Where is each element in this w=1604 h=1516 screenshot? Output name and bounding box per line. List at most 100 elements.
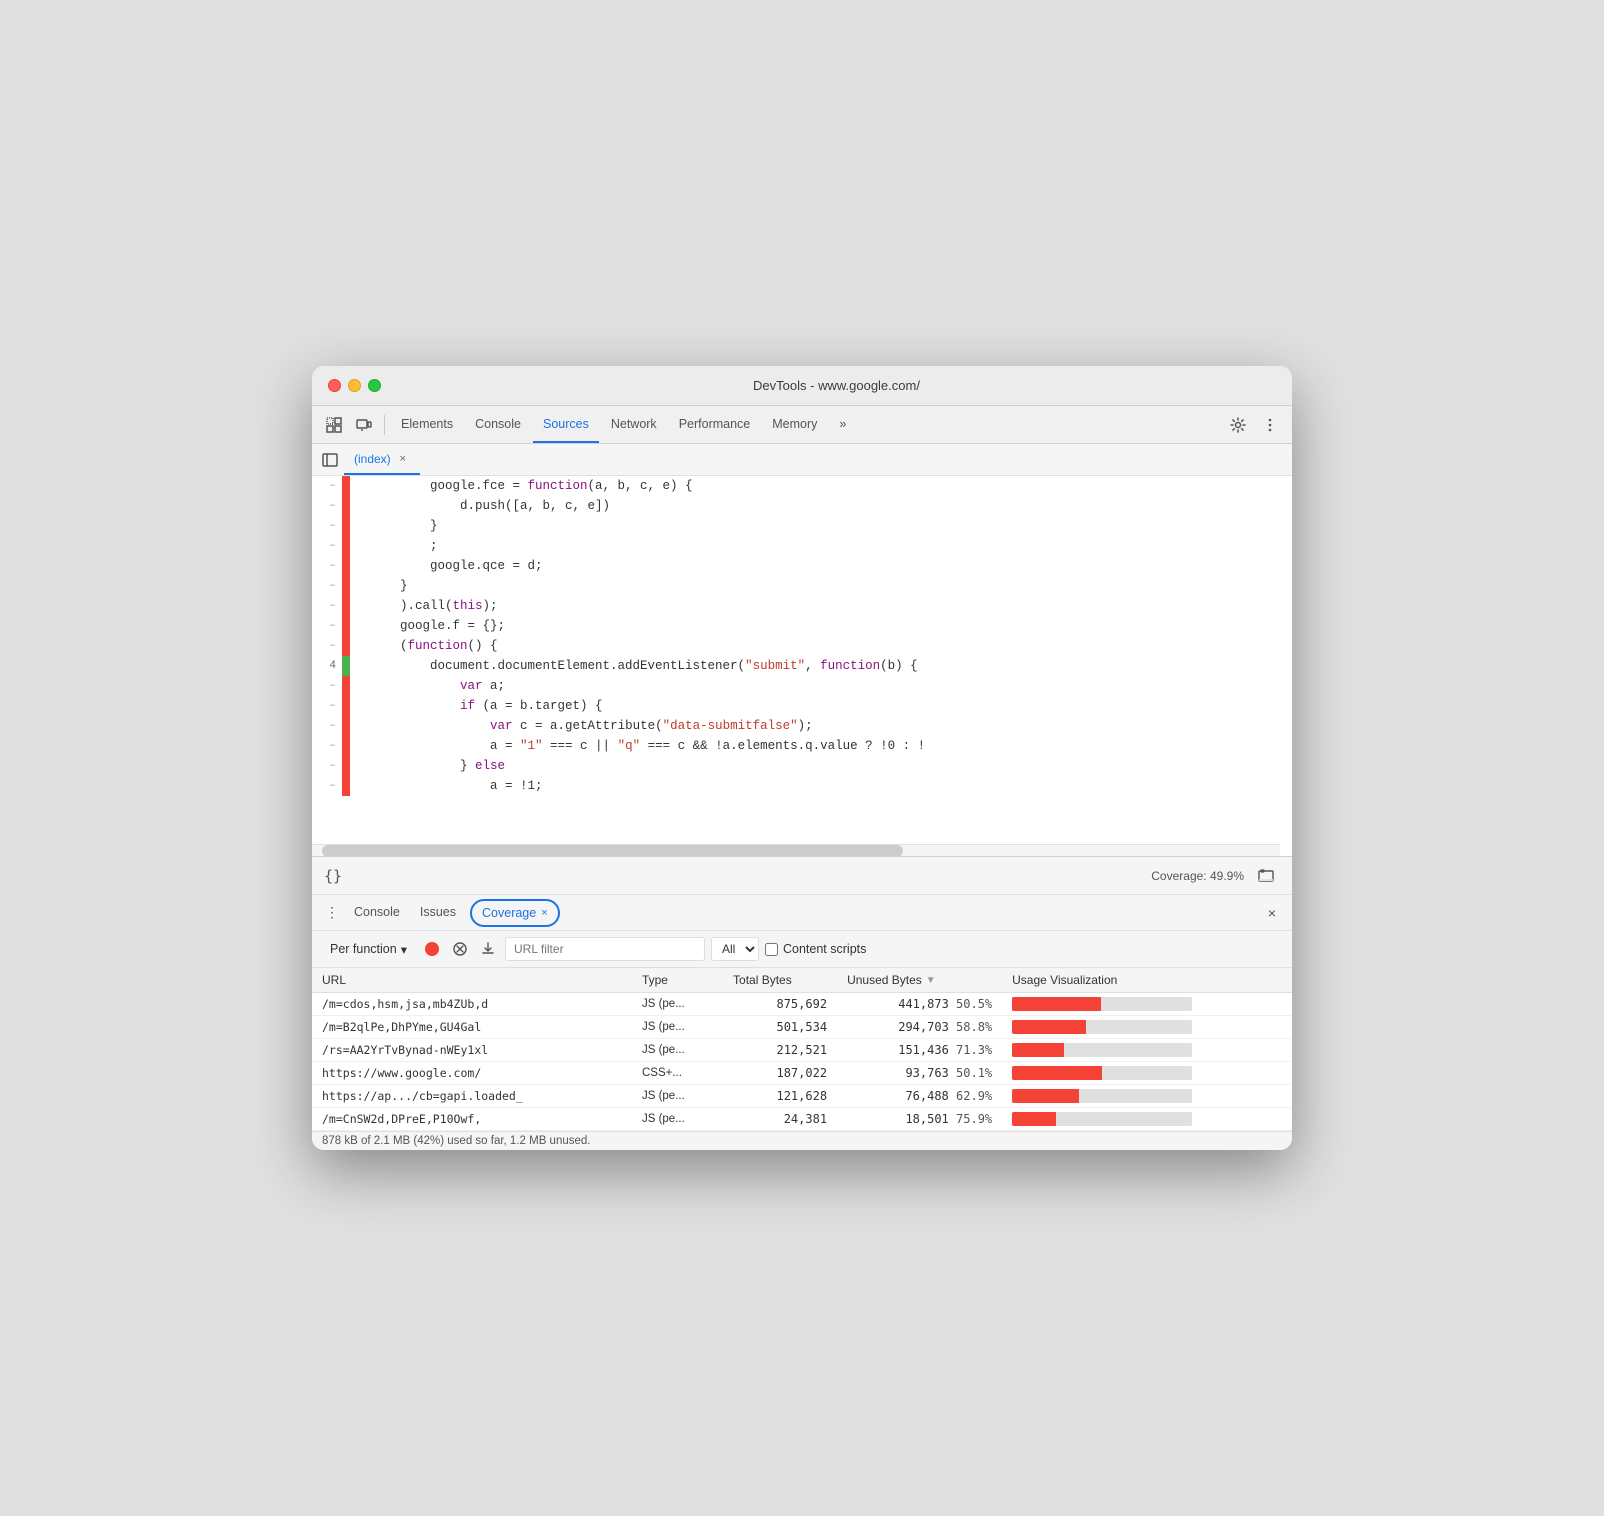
bottom-tab-coverage[interactable]: Coverage × bbox=[470, 899, 560, 927]
more-icon[interactable] bbox=[1256, 411, 1284, 439]
tab-sources[interactable]: Sources bbox=[533, 406, 599, 443]
table-body: /m=cdos,hsm,jsa,mb4ZUb,d JS (pe... 875,6… bbox=[312, 993, 1292, 1131]
coverage-bar2 bbox=[350, 596, 358, 616]
td-unused-bytes: 294,703 58.8% bbox=[837, 1016, 1002, 1039]
used-portion bbox=[1012, 1089, 1079, 1103]
td-usage-viz bbox=[1002, 1039, 1292, 1062]
code-scroll[interactable]: – google.fce = function(a, b, c, e) { – … bbox=[312, 476, 1292, 856]
scrollbar-thumb[interactable] bbox=[322, 845, 903, 856]
code-line: – var c = a.getAttribute("data-submitfal… bbox=[312, 716, 1292, 736]
coverage-bar bbox=[342, 516, 350, 536]
record-circle bbox=[425, 942, 439, 956]
file-tab-close-button[interactable]: × bbox=[396, 452, 410, 466]
per-function-arrow: ▾ bbox=[401, 942, 407, 957]
maximize-button[interactable] bbox=[368, 379, 381, 392]
td-type: JS (pe... bbox=[632, 1108, 723, 1131]
coverage-bar2 bbox=[350, 636, 358, 656]
file-tab-name: (index) bbox=[354, 452, 391, 466]
th-usage-viz[interactable]: Usage Visualization bbox=[1002, 968, 1292, 993]
table-row[interactable]: https://ap.../cb=gapi.loaded_ JS (pe... … bbox=[312, 1085, 1292, 1108]
url-filter-input[interactable] bbox=[505, 937, 705, 961]
line-number: – bbox=[312, 476, 342, 496]
coverage-bar bbox=[342, 576, 350, 596]
line-number: – bbox=[312, 756, 342, 776]
window-title: DevTools - www.google.com/ bbox=[397, 378, 1276, 393]
code-line: – d.push([a, b, c, e]) bbox=[312, 496, 1292, 516]
per-function-button[interactable]: Per function ▾ bbox=[322, 939, 415, 960]
table-row[interactable]: /m=CnSW2d,DPreE,P10Owf, JS (pe... 24,381… bbox=[312, 1108, 1292, 1131]
close-button[interactable] bbox=[328, 379, 341, 392]
th-sort: Unused Bytes ▼ bbox=[847, 973, 992, 987]
table-row[interactable]: /m=B2qlPe,DhPYme,GU4Gal JS (pe... 501,53… bbox=[312, 1016, 1292, 1039]
th-url-label: URL bbox=[322, 973, 346, 987]
coverage-header: {} Coverage: 49.9% bbox=[312, 857, 1292, 895]
line-content: } bbox=[358, 576, 1292, 596]
export-button[interactable] bbox=[477, 938, 499, 960]
tab-performance[interactable]: Performance bbox=[669, 406, 761, 443]
line-content: } else bbox=[358, 756, 1292, 776]
line-number: – bbox=[312, 556, 342, 576]
settings-icon[interactable] bbox=[1224, 411, 1252, 439]
content-scripts-label[interactable]: Content scripts bbox=[765, 942, 866, 956]
code-editor[interactable]: – google.fce = function(a, b, c, e) { – … bbox=[312, 476, 1292, 856]
content-scripts-checkbox[interactable] bbox=[765, 943, 778, 956]
coverage-bar bbox=[342, 656, 350, 676]
file-tab-index[interactable]: (index) × bbox=[344, 444, 420, 475]
table-header-row: URL Type Total Bytes Unused Bytes ▼ bbox=[312, 968, 1292, 993]
tab-more[interactable]: » bbox=[829, 406, 856, 443]
td-unused-bytes: 76,488 62.9% bbox=[837, 1085, 1002, 1108]
clear-button[interactable] bbox=[449, 938, 471, 960]
sidebar-toggle-button[interactable] bbox=[316, 446, 344, 474]
coverage-bar2 bbox=[350, 536, 358, 556]
th-type[interactable]: Type bbox=[632, 968, 723, 993]
coverage-bar2 bbox=[350, 716, 358, 736]
tab-memory[interactable]: Memory bbox=[762, 406, 827, 443]
td-type: JS (pe... bbox=[632, 1085, 723, 1108]
tab-network[interactable]: Network bbox=[601, 406, 667, 443]
all-select[interactable]: All bbox=[711, 937, 759, 961]
coverage-table-wrapper[interactable]: URL Type Total Bytes Unused Bytes ▼ bbox=[312, 968, 1292, 1131]
inspect-icon[interactable] bbox=[320, 411, 348, 439]
tab-console[interactable]: Console bbox=[465, 406, 531, 443]
coverage-bar2 bbox=[350, 756, 358, 776]
coverage-toolbar: Per function ▾ All bbox=[312, 931, 1292, 968]
td-unused-bytes: 151,436 71.3% bbox=[837, 1039, 1002, 1062]
per-function-label: Per function bbox=[330, 942, 397, 956]
coverage-bar2 bbox=[350, 736, 358, 756]
td-total-bytes: 187,022 bbox=[723, 1062, 837, 1085]
usage-bar bbox=[1012, 1112, 1192, 1126]
close-panel-button[interactable]: × bbox=[1260, 901, 1284, 925]
coverage-table: URL Type Total Bytes Unused Bytes ▼ bbox=[312, 968, 1292, 1131]
coverage-bar2 bbox=[350, 476, 358, 496]
bottom-tab-issues[interactable]: Issues bbox=[410, 895, 466, 930]
th-unused-bytes[interactable]: Unused Bytes ▼ bbox=[837, 968, 1002, 993]
content-scripts-text: Content scripts bbox=[783, 942, 866, 956]
tab-elements[interactable]: Elements bbox=[391, 406, 463, 443]
coverage-tab-label: Coverage bbox=[482, 906, 536, 920]
code-line: – ; bbox=[312, 536, 1292, 556]
table-row[interactable]: /m=cdos,hsm,jsa,mb4ZUb,d JS (pe... 875,6… bbox=[312, 993, 1292, 1016]
device-icon[interactable] bbox=[350, 411, 378, 439]
line-number: – bbox=[312, 516, 342, 536]
bottom-tab-menu[interactable]: ⋮ bbox=[320, 901, 344, 925]
td-total-bytes: 212,521 bbox=[723, 1039, 837, 1062]
line-number: – bbox=[312, 736, 342, 756]
table-row[interactable]: /rs=AA2YrTvBynad-nWEy1xl JS (pe... 212,5… bbox=[312, 1039, 1292, 1062]
sort-arrow-icon: ▼ bbox=[926, 975, 936, 986]
td-usage-viz bbox=[1002, 1062, 1292, 1085]
table-row[interactable]: https://www.google.com/ CSS+... 187,022 … bbox=[312, 1062, 1292, 1085]
th-total-bytes[interactable]: Total Bytes bbox=[723, 968, 837, 993]
horizontal-scrollbar[interactable] bbox=[312, 844, 1280, 856]
coverage-bar bbox=[342, 496, 350, 516]
screenshot-icon[interactable] bbox=[1252, 862, 1280, 890]
minimize-button[interactable] bbox=[348, 379, 361, 392]
line-number: – bbox=[312, 616, 342, 636]
used-portion bbox=[1012, 1066, 1102, 1080]
format-icon[interactable]: {} bbox=[324, 867, 342, 885]
line-content: d.push([a, b, c, e]) bbox=[358, 496, 1292, 516]
th-url[interactable]: URL bbox=[312, 968, 632, 993]
coverage-tab-close[interactable]: × bbox=[541, 907, 547, 919]
record-button[interactable] bbox=[421, 938, 443, 960]
td-unused-bytes: 18,501 75.9% bbox=[837, 1108, 1002, 1131]
bottom-tab-console[interactable]: Console bbox=[344, 895, 410, 930]
